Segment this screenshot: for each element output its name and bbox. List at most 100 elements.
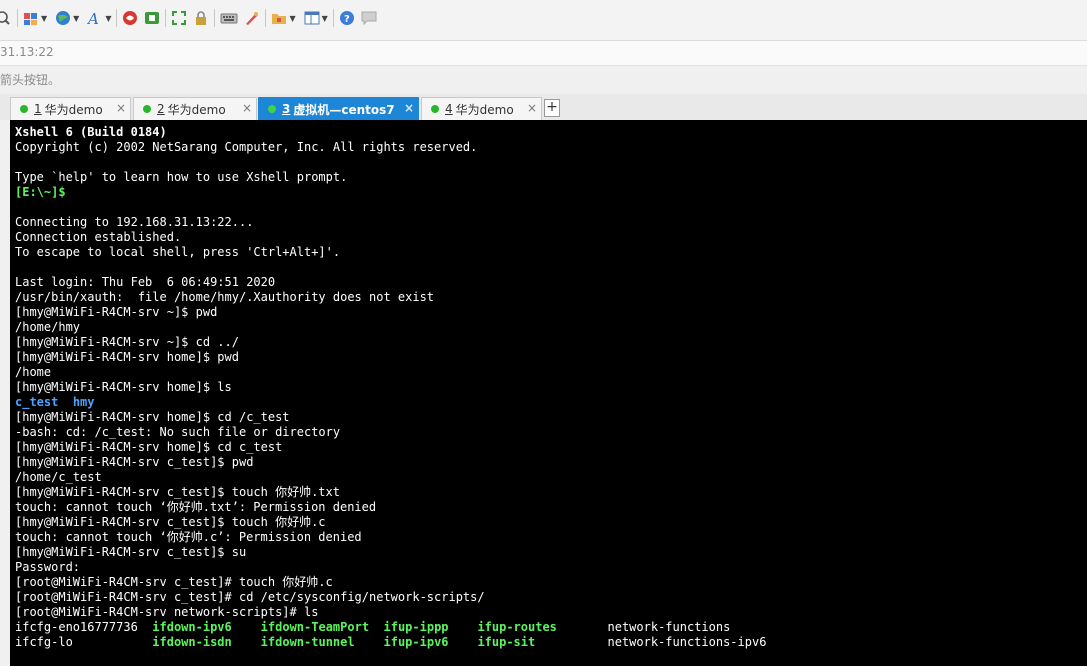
search-icon[interactable] [0, 7, 12, 29]
tab-label: 虚拟机—centos7 [293, 102, 395, 117]
terminal-line: Xshell 6 (Build 0184) [15, 125, 766, 140]
terminal-area[interactable]: Xshell 6 (Build 0184) Copyright (c) 2002 … [10, 120, 1087, 666]
terminal-line: [hmy@MiWiFi-R4CM-srv c_test]$ pwd [15, 455, 766, 470]
terminal-line: c_test hmy [15, 395, 766, 410]
terminal-text: [hmy@MiWiFi-R4CM-srv ~]$ cd ../ [15, 335, 239, 349]
chat-icon[interactable] [361, 7, 377, 29]
terminal-text: Connection established. [15, 230, 182, 244]
terminal-text: touch: cannot touch ‘你好帅.txt’: Permissio… [15, 500, 377, 514]
terminal-line: [root@MiWiFi-R4CM-srv c_test]# cd /etc/s… [15, 590, 766, 605]
toolbar-separator [116, 9, 118, 27]
terminal-text: [hmy@MiWiFi-R4CM-srv c_test]$ touch 你好帅.… [15, 485, 340, 499]
toolbar-separator [17, 9, 18, 27]
terminal-text: [hmy@MiWiFi-R4CM-srv home]$ pwd [15, 350, 239, 364]
svg-text:?: ? [344, 14, 350, 25]
terminal-line: [E:\~]$ [15, 185, 766, 200]
terminal-line: touch: cannot touch ‘你好帅.txt’: Permissio… [15, 500, 766, 515]
terminal-text: [hmy@MiWiFi-R4CM-srv ~]$ pwd [15, 305, 218, 319]
terminal-text: ifdown-ipv6 [152, 620, 232, 634]
terminal-line: [hmy@MiWiFi-R4CM-srv home]$ cd c_test [15, 440, 766, 455]
terminal-text: [hmy@MiWiFi-R4CM-srv c_test]$ touch 你好帅.… [15, 515, 326, 529]
terminal-line: [hmy@MiWiFi-R4CM-srv home]$ pwd [15, 350, 766, 365]
terminal-line: [hmy@MiWiFi-R4CM-srv c_test]$ touch 你好帅.… [15, 485, 766, 500]
close-icon[interactable]: × [116, 101, 126, 115]
terminal-line: /home/hmy [15, 320, 766, 335]
terminal-text: hmy [72, 395, 95, 409]
xmanager-icon[interactable] [144, 7, 160, 29]
terminal-text: [hmy@MiWiFi-R4CM-srv home]$ cd /c_test [15, 410, 290, 424]
terminal-text: network-functions-ipv6 [535, 635, 767, 649]
terminal-line: [hmy@MiWiFi-R4CM-srv ~]$ pwd [15, 305, 766, 320]
terminal-text: ifup-ippp [383, 620, 449, 634]
terminal-text: [root@MiWiFi-R4CM-srv network-scripts]# … [15, 605, 319, 619]
terminal-text: [hmy@MiWiFi-R4CM-srv c_test]$ pwd [15, 455, 254, 469]
font-icon[interactable]: A ▼ [87, 7, 111, 29]
new-session-icon[interactable]: ▼ [23, 7, 47, 29]
terminal-line: [hmy@MiWiFi-R4CM-srv ~]$ cd ../ [15, 335, 766, 350]
tab-session-4[interactable]: 4 华为demo × [421, 97, 542, 120]
tab-label: 华为demo [455, 102, 514, 117]
terminal-text: Copyright (c) 2002 NetSarang Computer, I… [15, 140, 478, 154]
tab-number: 1 [34, 102, 42, 116]
xftp-icon[interactable] [122, 7, 138, 29]
terminal-line: /home/c_test [15, 470, 766, 485]
terminal-output: Xshell 6 (Build 0184) Copyright (c) 2002 … [15, 125, 766, 650]
status-dot-icon [268, 105, 276, 113]
keyboard-icon[interactable] [220, 7, 238, 29]
tab-number: 4 [445, 102, 453, 116]
close-icon[interactable]: × [404, 101, 414, 115]
tab-session-1[interactable]: 1 华为demo × [10, 97, 131, 120]
folder-icon[interactable]: ▼ [271, 7, 296, 29]
session-tab-strip: 1 华为demo × 2 华为demo × 3 虚拟机—centos7 × 4 … [0, 94, 1087, 666]
terminal-text: touch: cannot touch ‘你好帅.c’: Permission … [15, 530, 362, 544]
terminal-text: network-functions [556, 620, 731, 634]
terminal-text: Last login: Thu Feb 6 06:49:51 2020 [15, 275, 276, 289]
terminal-text: ifdown-TeamPort [260, 620, 370, 634]
address-bar[interactable]: 31.13:22 [0, 40, 1087, 66]
terminal-line: -bash: cd: /c_test: No such file or dire… [15, 425, 766, 440]
terminal-line: [hmy@MiWiFi-R4CM-srv home]$ cd /c_test [15, 410, 766, 425]
tab-label: 华为demo [167, 102, 226, 117]
terminal-line: Type `help' to learn how to use Xshell p… [15, 170, 766, 185]
add-tab-button[interactable]: + [544, 99, 560, 117]
terminal-text: ifup-routes [477, 620, 557, 634]
terminal-text: [hmy@MiWiFi-R4CM-srv home]$ ls [15, 380, 232, 394]
toolbar-separator [332, 9, 334, 27]
terminal-text: Xshell 6 (Build 0184) [15, 125, 167, 139]
terminal-text: [root@MiWiFi-R4CM-srv c_test]# touch 你好帅… [15, 575, 333, 589]
lock-icon[interactable] [193, 7, 209, 29]
terminal-text: c_test [15, 395, 59, 409]
fullscreen-icon[interactable] [171, 7, 187, 29]
close-icon[interactable]: × [242, 101, 252, 115]
close-icon[interactable]: × [527, 101, 537, 115]
terminal-line: [root@MiWiFi-R4CM-srv c_test]# touch 你好帅… [15, 575, 766, 590]
help-icon[interactable]: ? [339, 7, 355, 29]
status-dot-icon [143, 105, 151, 113]
status-dot-icon [20, 105, 28, 113]
globe-icon[interactable]: ▼ [55, 7, 79, 29]
terminal-text: ifcfg-eno16777736 [15, 620, 153, 634]
tab-session-3[interactable]: 3 虚拟机—centos7 × [258, 97, 419, 120]
terminal-text: Password: [15, 560, 81, 574]
script-icon[interactable] [244, 7, 260, 29]
terminal-line: Connection established. [15, 230, 766, 245]
terminal-text: [root@MiWiFi-R4CM-srv c_test]# cd /etc/s… [15, 590, 485, 604]
terminal-line: /usr/bin/xauth: file /home/hmy/.Xauthori… [15, 290, 766, 305]
address-text: 31.13:22 [0, 45, 54, 59]
terminal-line: Copyright (c) 2002 NetSarang Computer, I… [15, 140, 766, 155]
layout-icon[interactable]: ▼ [304, 7, 328, 29]
terminal-line: Last login: Thu Feb 6 06:49:51 2020 [15, 275, 766, 290]
terminal-line: ifcfg-eno16777736 ifdown-ipv6 ifdown-Tea… [15, 620, 766, 635]
tab-session-2[interactable]: 2 华为demo × [133, 97, 257, 120]
toolbar: ▼ ▼ A ▼ ▼ ▼ ? [0, 0, 1087, 40]
terminal-text: /usr/bin/xauth: file /home/hmy/.Xauthori… [15, 290, 435, 304]
terminal-line: touch: cannot touch ‘你好帅.c’: Permission … [15, 530, 766, 545]
